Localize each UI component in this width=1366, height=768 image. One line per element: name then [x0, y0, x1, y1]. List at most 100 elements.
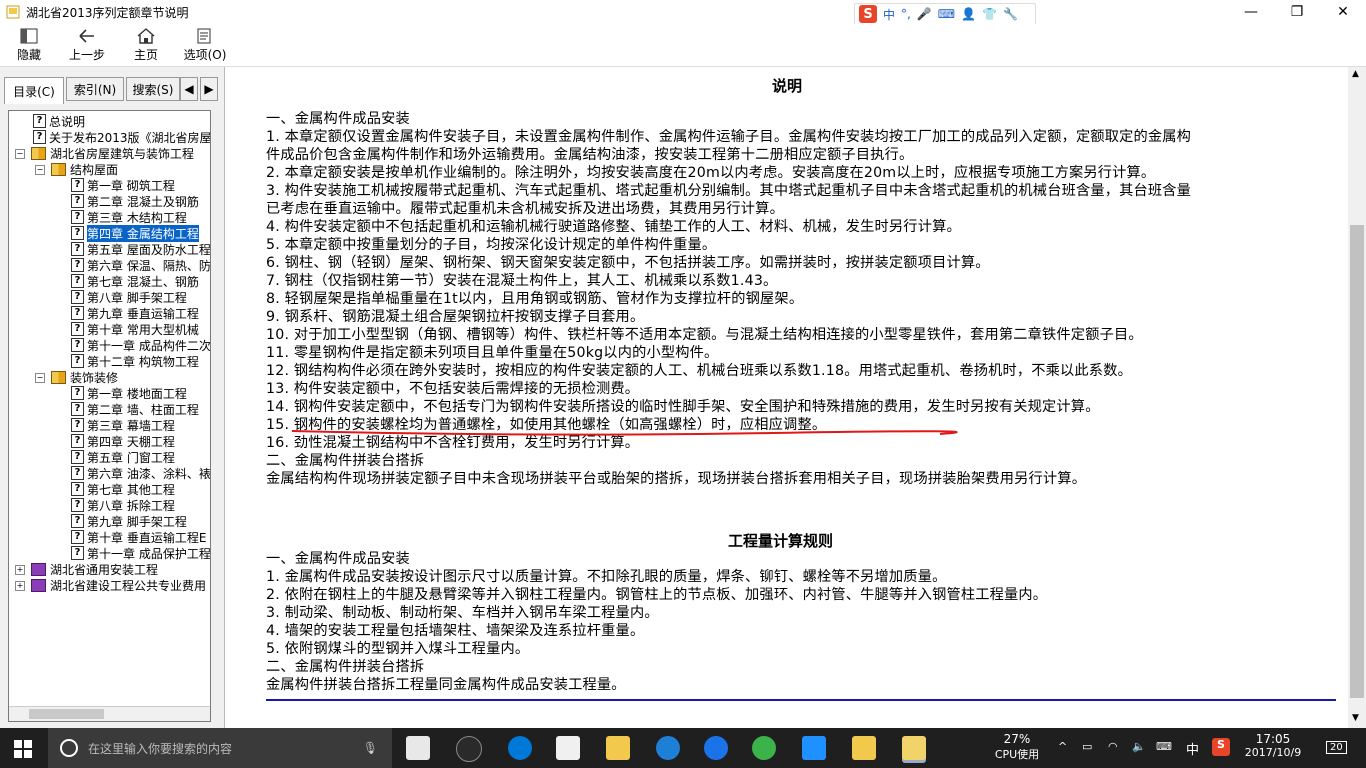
tab-contents[interactable]: 目录(C)	[4, 77, 64, 104]
tree-item[interactable]: ? 第十章 垂直运输工程E	[71, 529, 206, 545]
ime-language[interactable]: 中	[883, 6, 895, 23]
expand-icon[interactable]: +	[15, 565, 25, 575]
user-icon[interactable]: 👤	[961, 7, 976, 21]
tree-item[interactable]: ? 第七章 其他工程	[71, 481, 175, 497]
tree-item[interactable]: ? 第七章 混凝土、钢筋	[71, 273, 199, 289]
cpu-monitor[interactable]: 27% CPU使用	[990, 732, 1044, 762]
volume-icon[interactable]: 🔈	[1132, 740, 1146, 753]
tree-folder[interactable]: 湖北省建设工程公共专业费用	[31, 577, 206, 593]
tree-item[interactable]: ? 第六章 保温、隔热、防	[71, 257, 210, 273]
ime-indicator[interactable]: 中	[1186, 739, 1199, 758]
tree-item[interactable]: ? 第八章 拆除工程	[71, 497, 175, 513]
wrench-icon[interactable]: 🔧	[1003, 7, 1018, 21]
tree-item[interactable]: ? 第五章 屋面及防水工程	[71, 241, 210, 257]
content-vertical-scrollbar[interactable]: ▲ ▼	[1348, 67, 1366, 728]
tree-item[interactable]: ? 第二章 墙、柱面工程	[71, 401, 199, 417]
tree-horizontal-scrollbar[interactable]	[9, 706, 210, 721]
internet-explorer-icon[interactable]	[656, 736, 680, 760]
help-app-taskbar-icon[interactable]	[902, 736, 926, 760]
options-button[interactable]: 选项(O)	[178, 26, 232, 63]
scroll-up-arrow-icon[interactable]: ▲	[1352, 69, 1359, 79]
sogou-tray-icon[interactable]: S	[1212, 738, 1230, 756]
keyboard-icon[interactable]: ⌨	[938, 7, 955, 21]
tab-search[interactable]: 搜索(S)	[126, 77, 180, 101]
notes-app-icon[interactable]	[852, 736, 876, 760]
tree-item[interactable]: ? 第十一章 成品保护工程	[71, 545, 210, 561]
tab-scroll-left-button[interactable]: ◀	[180, 77, 198, 101]
network-icon[interactable]: ◠	[1108, 740, 1118, 753]
tree-item[interactable]: ? 第十二章 构筑物工程	[71, 353, 199, 369]
tree-item[interactable]: ? 第三章 幕墙工程	[71, 417, 175, 433]
scroll-thumb[interactable]	[29, 709, 104, 719]
microphone-icon[interactable]: 🎙	[363, 741, 378, 755]
task-view-icon[interactable]	[406, 736, 430, 760]
close-button[interactable]: ✕	[1320, 0, 1366, 24]
ime-punct-icon[interactable]: °,	[901, 7, 911, 21]
tree-item-selected[interactable]: ? 第四章 金属结构工程	[71, 224, 199, 242]
spiral-app-icon[interactable]	[456, 736, 482, 762]
tree-item[interactable]: ? 第九章 脚手架工程	[71, 513, 187, 529]
tree-item[interactable]: ? 第十章 常用大型机械	[71, 321, 199, 337]
footer-divider	[266, 699, 1336, 701]
navigation-pane: 目录(C) 索引(N) 搜索(S) ◀ ▶ ? 总说明 ? 关于发布2013版《湖北…	[0, 67, 225, 728]
collapse-icon[interactable]: −	[15, 149, 25, 159]
tab-index[interactable]: 索引(N)	[66, 77, 124, 101]
browser-g-icon[interactable]	[704, 736, 728, 760]
tree-item[interactable]: ? 第四章 天棚工程	[71, 433, 175, 449]
keyboard-icon[interactable]: ⌨	[1156, 740, 1172, 753]
tree-item[interactable]: ? 第五章 门窗工程	[71, 449, 175, 465]
green-app-icon[interactable]	[752, 736, 776, 760]
tab-scroll-right-button[interactable]: ▶	[200, 77, 218, 101]
content-line: 4. 墙架的安装工程量包括墙架柱、墙架梁及连系拉杆重量。	[266, 623, 645, 639]
help-topic-icon: ?	[71, 466, 84, 480]
shirt-icon[interactable]: 👕	[982, 7, 997, 21]
content-line: 2. 依附在钢柱上的牛腿及悬臂梁等并入钢柱工程量内。钢管柱上的节点板、加强环、内…	[266, 587, 1048, 603]
tree-item[interactable]: ? 第六章 油漆、涂料、裱	[71, 465, 210, 481]
tree-item[interactable]: ? 第三章 木结构工程	[71, 209, 187, 225]
plus-app-icon[interactable]	[802, 736, 826, 760]
scroll-down-arrow-icon[interactable]: ▼	[1352, 713, 1359, 723]
notification-center-icon[interactable]: 20	[1326, 740, 1347, 754]
help-topic-icon: ?	[71, 194, 84, 208]
sogou-icon[interactable]: S	[859, 5, 877, 23]
help-topic-icon: ?	[71, 354, 84, 368]
tree-item[interactable]: ? 第一章 楼地面工程	[71, 385, 187, 401]
microphone-icon[interactable]: 🎤	[917, 7, 932, 21]
maximize-button[interactable]: ❐	[1274, 0, 1320, 24]
tree-item[interactable]: ? 第二章 混凝土及钢筋	[71, 193, 199, 209]
clock[interactable]: 17:05 2017/10/9	[1240, 732, 1306, 759]
tree-item[interactable]: ? 第九章 垂直运输工程	[71, 305, 199, 321]
tree-item[interactable]: ? 第十一章 成品构件二次	[71, 337, 210, 353]
ime-toolbar[interactable]: S 中 °, 🎤 ⌨ 👤 👕 🔧	[854, 3, 1036, 25]
edge-icon[interactable]	[508, 736, 532, 760]
title-bar: 湖北省2013序列定额章节说明 S 中 °, 🎤 ⌨ 👤 👕 🔧 — ❐ ✕	[0, 0, 1366, 25]
tree-item[interactable]: ? 关于发布2013版《湖北省房屋	[33, 129, 210, 145]
taskbar-search-box[interactable]: 在这里输入你要搜索的内容 🎙	[48, 728, 392, 768]
search-placeholder: 在这里输入你要搜索的内容	[88, 741, 233, 756]
back-button[interactable]: 上一步	[60, 26, 114, 63]
help-topic-icon: ?	[33, 130, 46, 144]
battery-icon[interactable]: ▭	[1082, 740, 1092, 753]
collapse-icon[interactable]: −	[35, 373, 45, 383]
tree-folder[interactable]: 结构屋面	[51, 161, 118, 177]
windows-start-icon[interactable]	[14, 740, 32, 762]
file-explorer-icon[interactable]	[606, 736, 630, 760]
tree-folder[interactable]: 装饰装修	[51, 369, 118, 385]
hide-button[interactable]: 隐藏	[2, 26, 56, 63]
tree-item[interactable]: ? 第八章 脚手架工程	[71, 289, 187, 305]
tree-folder[interactable]: 湖北省通用安装工程	[31, 561, 158, 577]
contents-tree[interactable]: ? 总说明 ? 关于发布2013版《湖北省房屋 − 湖北省房屋建筑与装饰工程 − 结…	[8, 110, 211, 722]
store-icon[interactable]	[556, 736, 580, 760]
tree-item[interactable]: ? 总说明	[33, 113, 85, 129]
cortana-icon	[60, 739, 78, 757]
show-hidden-icons-icon[interactable]: ^	[1058, 740, 1067, 753]
tree-item[interactable]: ? 第一章 砌筑工程	[71, 177, 175, 193]
minimize-button[interactable]: —	[1228, 0, 1274, 24]
home-button[interactable]: 主页	[119, 26, 173, 63]
tree-folder[interactable]: 湖北省房屋建筑与装饰工程	[31, 145, 194, 161]
book-closed-icon	[31, 578, 46, 592]
scroll-thumb[interactable]	[1350, 225, 1364, 698]
expand-icon[interactable]: +	[15, 581, 25, 591]
collapse-icon[interactable]: −	[35, 165, 45, 175]
help-topic-icon: ?	[71, 274, 84, 288]
